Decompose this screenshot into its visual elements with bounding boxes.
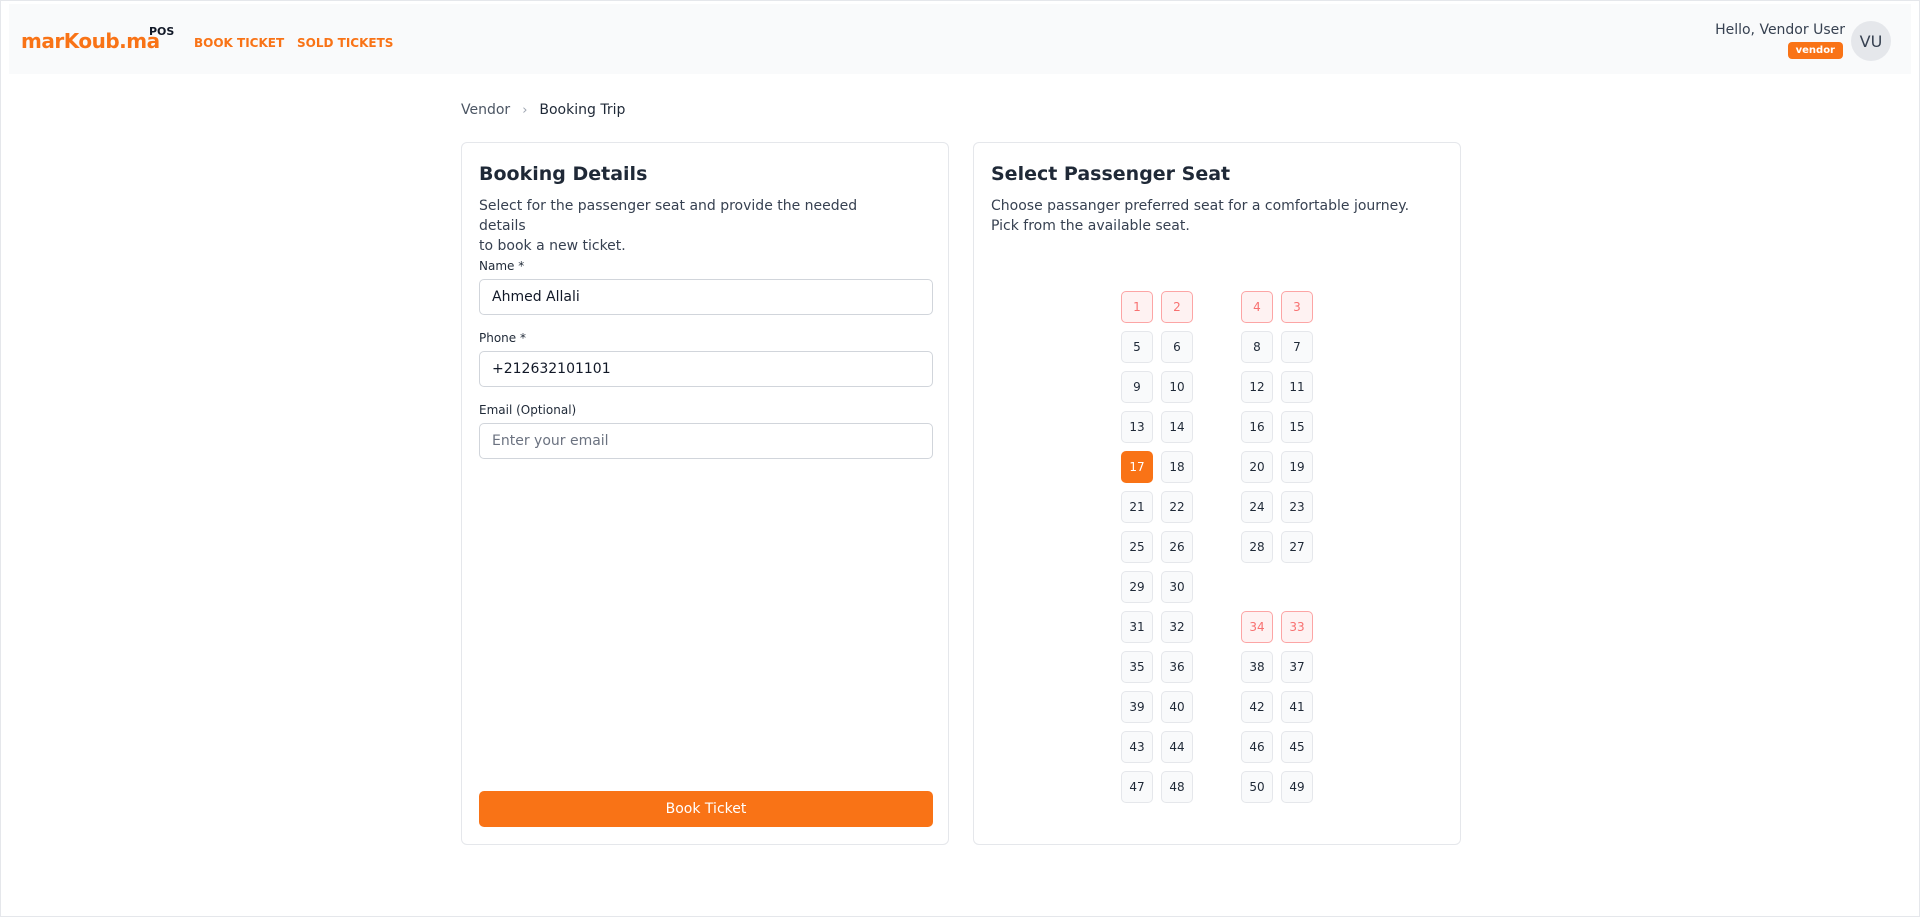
- seat-36[interactable]: 36: [1161, 651, 1193, 683]
- seat-9[interactable]: 9: [1121, 371, 1153, 403]
- seat-22[interactable]: 22: [1161, 491, 1193, 523]
- seat-21[interactable]: 21: [1121, 491, 1153, 523]
- seat-1: 1: [1121, 291, 1153, 323]
- seat-4: 4: [1241, 291, 1273, 323]
- seat-41[interactable]: 41: [1281, 691, 1313, 723]
- seat-42[interactable]: 42: [1241, 691, 1273, 723]
- seat-24[interactable]: 24: [1241, 491, 1273, 523]
- seat-29[interactable]: 29: [1121, 571, 1153, 603]
- booking-details-description: Select for the passenger seat and provid…: [479, 198, 858, 254]
- seat-27[interactable]: 27: [1281, 531, 1313, 563]
- brand-logo[interactable]: marKoub.ma POS: [21, 25, 174, 53]
- seat-34: 34: [1241, 611, 1273, 643]
- user-greeting: Hello, Vendor User: [1715, 22, 1845, 38]
- seat-23[interactable]: 23: [1281, 491, 1313, 523]
- seat-40[interactable]: 40: [1161, 691, 1193, 723]
- seat-28[interactable]: 28: [1241, 531, 1273, 563]
- seat-11[interactable]: 11: [1281, 371, 1313, 403]
- seat-50[interactable]: 50: [1241, 771, 1273, 803]
- booking-details-card: Booking Details Select for the passenger…: [461, 142, 949, 845]
- breadcrumb-vendor[interactable]: Vendor: [461, 102, 510, 118]
- seat-14[interactable]: 14: [1161, 411, 1193, 443]
- seat-46[interactable]: 46: [1241, 731, 1273, 763]
- booking-details-title: Booking Details: [479, 163, 648, 185]
- phone-label: Phone *: [479, 331, 526, 345]
- seat-19[interactable]: 19: [1281, 451, 1313, 483]
- chevron-right-icon: ›: [522, 102, 528, 118]
- seat-8[interactable]: 8: [1241, 331, 1273, 363]
- seat-7[interactable]: 7: [1281, 331, 1313, 363]
- top-header: marKoub.ma POS BOOK TICKET SOLD TICKETS …: [9, 4, 1911, 74]
- seat-30[interactable]: 30: [1161, 571, 1193, 603]
- app-frame: marKoub.ma POS BOOK TICKET SOLD TICKETS …: [0, 0, 1920, 917]
- nav-book-ticket[interactable]: BOOK TICKET: [194, 36, 284, 50]
- seat-32[interactable]: 32: [1161, 611, 1193, 643]
- seat-16[interactable]: 16: [1241, 411, 1273, 443]
- phone-field[interactable]: [479, 351, 933, 387]
- name-label: Name *: [479, 259, 525, 273]
- seat-2: 2: [1161, 291, 1193, 323]
- book-ticket-button[interactable]: Book Ticket: [479, 791, 933, 827]
- seat-selection-card: Select Passenger Seat Choose passanger p…: [973, 142, 1461, 845]
- logo-suffix: POS: [149, 25, 175, 38]
- seat-49[interactable]: 49: [1281, 771, 1313, 803]
- seat-37[interactable]: 37: [1281, 651, 1313, 683]
- seat-15[interactable]: 15: [1281, 411, 1313, 443]
- seat-10[interactable]: 10: [1161, 371, 1193, 403]
- email-label: Email (Optional): [479, 403, 577, 417]
- seat-map: 1 2 4 3 5 6 8 7 9 10 12 11 13 14 16 15 17 18 20 19 21 22 24 23 2…: [974, 143, 1462, 846]
- seat-35[interactable]: 35: [1121, 651, 1153, 683]
- breadcrumb-current: Booking Trip: [539, 102, 626, 118]
- seat-39[interactable]: 39: [1121, 691, 1153, 723]
- seat-45[interactable]: 45: [1281, 731, 1313, 763]
- seat-13[interactable]: 13: [1121, 411, 1153, 443]
- seat-48[interactable]: 48: [1161, 771, 1193, 803]
- role-badge: vendor: [1787, 42, 1843, 59]
- seat-47[interactable]: 47: [1121, 771, 1153, 803]
- seat-3: 3: [1281, 291, 1313, 323]
- seat-18[interactable]: 18: [1161, 451, 1193, 483]
- seat-26[interactable]: 26: [1161, 531, 1193, 563]
- name-field[interactable]: [479, 279, 933, 315]
- seat-44[interactable]: 44: [1161, 731, 1193, 763]
- breadcrumb: Vendor › Booking Trip: [461, 102, 625, 118]
- seat-31[interactable]: 31: [1121, 611, 1153, 643]
- seat-33: 33: [1281, 611, 1313, 643]
- seat-43[interactable]: 43: [1121, 731, 1153, 763]
- nav-sold-tickets[interactable]: SOLD TICKETS: [297, 36, 393, 50]
- seat-12[interactable]: 12: [1241, 371, 1273, 403]
- avatar[interactable]: VU: [1851, 21, 1891, 61]
- seat-38[interactable]: 38: [1241, 651, 1273, 683]
- email-field[interactable]: [479, 423, 933, 459]
- seat-6[interactable]: 6: [1161, 331, 1193, 363]
- seat-20[interactable]: 20: [1241, 451, 1273, 483]
- seat-5[interactable]: 5: [1121, 331, 1153, 363]
- seat-17[interactable]: 17: [1121, 451, 1153, 483]
- seat-25[interactable]: 25: [1121, 531, 1153, 563]
- logo-text: marKoub.ma: [21, 29, 160, 53]
